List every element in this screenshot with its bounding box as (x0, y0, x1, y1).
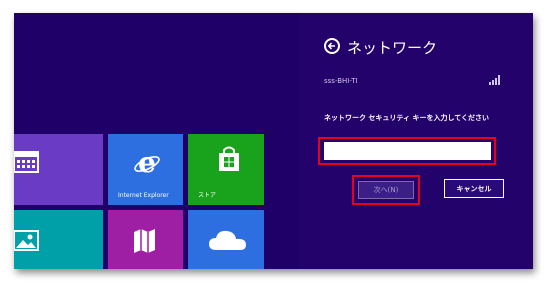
svg-text:e: e (138, 148, 156, 178)
tile-maps[interactable] (108, 210, 183, 269)
internet-explorer-icon: e (134, 148, 160, 178)
windows-screen: e Internet Explorer ストア ネットワーク sss-BHI-T… (14, 13, 533, 269)
next-button-highlight: 次へ(N) (352, 175, 420, 205)
next-button[interactable]: 次へ(N) (358, 181, 414, 199)
back-arrow-icon (327, 42, 335, 50)
tile-calendar[interactable] (14, 134, 103, 205)
security-key-highlight (318, 137, 496, 165)
panel-title: ネットワーク (347, 39, 438, 57)
security-key-input[interactable] (324, 142, 491, 160)
tile-photos[interactable] (14, 210, 103, 269)
store-icon (219, 146, 239, 171)
tile-internet-explorer[interactable]: e Internet Explorer (108, 134, 183, 205)
tile-skydrive[interactable] (188, 210, 264, 269)
security-key-prompt: ネットワーク セキュリティ キーを入力してください (324, 114, 490, 122)
photos-icon (14, 230, 39, 251)
tile-label-store: ストア (198, 192, 217, 199)
maps-icon (134, 229, 155, 253)
back-button[interactable] (324, 38, 340, 54)
calendar-icon (14, 151, 39, 173)
cancel-button[interactable]: キャンセル (444, 179, 504, 198)
wifi-signal-icon (489, 75, 500, 85)
start-screen: e Internet Explorer ストア (14, 13, 299, 269)
skydrive-cloud-icon (209, 230, 246, 250)
tile-store[interactable]: ストア (188, 134, 264, 205)
network-charm-panel: ネットワーク sss-BHI-TI ネットワーク セキュリティ キーを入力してく… (299, 13, 533, 269)
network-name: sss-BHI-TI (324, 77, 358, 85)
tile-label-internet-explorer: Internet Explorer (118, 192, 169, 199)
